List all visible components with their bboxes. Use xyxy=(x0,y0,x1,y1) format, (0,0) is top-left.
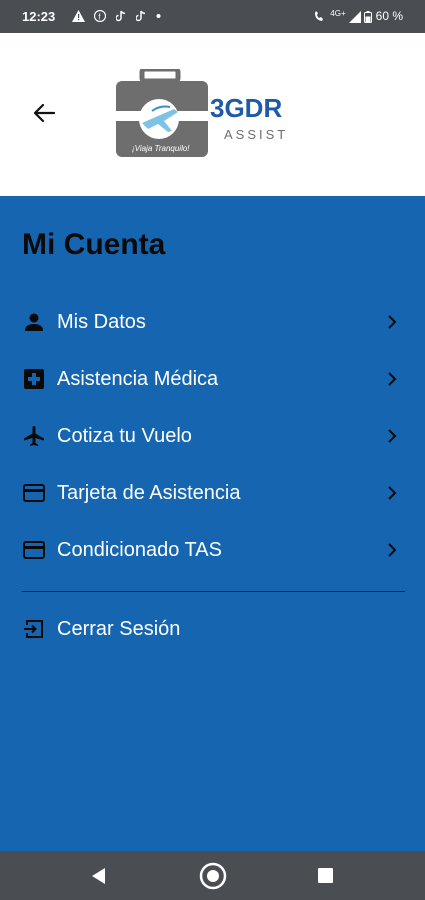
notification-icons: f xyxy=(72,8,161,22)
nav-home-icon[interactable] xyxy=(198,861,228,891)
menu-item-condicionado-tas[interactable]: Condicionado TAS xyxy=(0,525,425,575)
logout-label: Cerrar Sesión xyxy=(57,617,181,640)
back-arrow-icon[interactable] xyxy=(30,99,58,127)
battery-icon xyxy=(364,10,373,23)
page-title: Mi Cuenta xyxy=(22,228,166,261)
logout-icon xyxy=(24,620,43,638)
dot-icon xyxy=(156,13,161,18)
menu-item-label: Asistencia Médica xyxy=(57,367,219,390)
svg-text:f: f xyxy=(99,12,107,21)
menu-item-label: Condicionado TAS xyxy=(57,538,222,561)
facebook-icon: f xyxy=(94,9,107,22)
menu-item-label: Mis Datos xyxy=(57,310,146,333)
tiktok-icon xyxy=(114,10,125,22)
status-bar: 12:23 f 4G+ 60 % xyxy=(0,0,425,33)
signal-icon xyxy=(348,10,361,23)
nav-recents-icon[interactable] xyxy=(318,868,333,883)
logo-brand: 3GDR xyxy=(210,93,282,123)
system-status-icons: 4G+ 60 % xyxy=(313,9,403,23)
logo-tagline: ¡Viaja Tranquilo! xyxy=(132,144,190,153)
chevron-right-icon xyxy=(388,429,397,443)
person-icon xyxy=(25,313,43,331)
menu-item-tarjeta-asistencia[interactable]: Tarjeta de Asistencia xyxy=(0,468,425,518)
airplane-icon xyxy=(24,426,44,446)
menu-item-mis-datos[interactable]: Mis Datos xyxy=(0,297,425,347)
menu-item-asistencia-medica[interactable]: Asistencia Médica xyxy=(0,354,425,404)
chevron-right-icon xyxy=(388,486,397,500)
menu-item-label: Cotiza tu Vuelo xyxy=(57,424,192,447)
credit-card-icon xyxy=(23,541,45,559)
warning-icon xyxy=(72,9,85,22)
status-time: 12:23 xyxy=(22,9,56,24)
menu-item-cotiza-vuelo[interactable]: Cotiza tu Vuelo xyxy=(0,411,425,461)
chevron-right-icon xyxy=(388,372,397,386)
medical-plus-icon xyxy=(24,369,44,389)
chevron-right-icon xyxy=(388,543,397,557)
logo-sub: ASSIST xyxy=(224,127,288,142)
brand-logo: ¡Viaja Tranquilo! 3GDR ASSIST xyxy=(116,69,288,157)
menu-item-label: Tarjeta de Asistencia xyxy=(57,481,241,504)
battery-percent: 60 % xyxy=(375,9,403,23)
system-nav-bar xyxy=(0,851,425,900)
tiktok-icon xyxy=(135,10,146,22)
nav-back-icon[interactable] xyxy=(90,867,106,885)
chevron-right-icon xyxy=(388,315,397,329)
menu-divider xyxy=(22,591,405,592)
app-header: ¡Viaja Tranquilo! 3GDR ASSIST xyxy=(0,33,425,196)
wifi-call-icon xyxy=(314,10,323,21)
logout-button[interactable]: Cerrar Sesión xyxy=(0,604,425,654)
credit-card-icon xyxy=(23,484,45,502)
